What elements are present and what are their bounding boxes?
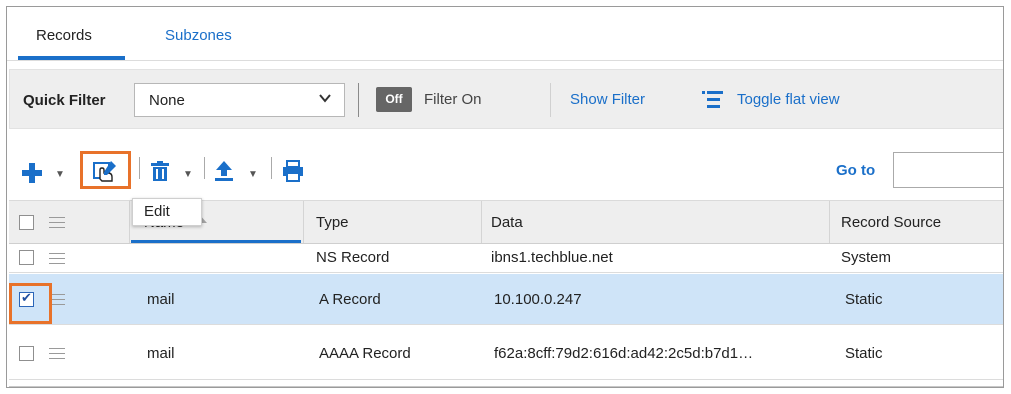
- cell-data: 10.100.0.247: [494, 291, 582, 308]
- toggle-flat-view-link[interactable]: Toggle flat view: [737, 91, 840, 108]
- cell-type: AAAA Record: [319, 345, 411, 362]
- drag-handle-icon[interactable]: [49, 348, 65, 360]
- quick-filter-label: Quick Filter: [23, 92, 106, 109]
- sorted-column-indicator: [131, 240, 301, 243]
- horizontal-scrollbar[interactable]: [9, 386, 1003, 387]
- cell-record-source: Static: [845, 345, 883, 362]
- drag-handle-icon[interactable]: [49, 253, 65, 265]
- table-row[interactable]: NS Record ibns1.techblue.net System: [9, 245, 1003, 273]
- row-checkbox[interactable]: [19, 346, 34, 361]
- cell-name: mail: [147, 291, 175, 308]
- filter-on-label: Filter On: [424, 91, 482, 108]
- column-header-type[interactable]: Type: [316, 214, 349, 231]
- column-divider: [829, 201, 830, 243]
- records-panel: Records Subzones Quick Filter None Off F…: [6, 6, 1004, 388]
- select-all-checkbox[interactable]: [19, 215, 34, 230]
- upload-icon[interactable]: [214, 160, 234, 186]
- goto-label: Go to: [836, 162, 876, 179]
- cell-data: f62a:8cff:79d2:616d:ad42:2c5d:b7d1…: [494, 345, 754, 362]
- add-dropdown-caret[interactable]: ▼: [55, 169, 65, 180]
- cell-record-source: System: [841, 249, 892, 266]
- active-tab-indicator: [18, 56, 125, 60]
- list-view-icon[interactable]: [702, 89, 724, 109]
- column-divider: [481, 201, 482, 243]
- upload-dropdown-caret[interactable]: ▼: [248, 169, 258, 180]
- table-row[interactable]: mail AAAA Record f62a:8cff:79d2:616d:ad4…: [9, 326, 1003, 380]
- chevron-down-icon: [318, 91, 332, 109]
- cell-type: NS Record: [316, 249, 390, 266]
- tab-subzones[interactable]: Subzones: [165, 27, 232, 44]
- edit-tooltip: Edit: [132, 198, 202, 226]
- cell-data: ibns1.techblue.net: [491, 249, 613, 266]
- column-header-record-source[interactable]: Record Source: [841, 214, 941, 231]
- checkbox-highlight: [9, 283, 52, 324]
- divider: [550, 83, 551, 117]
- column-divider: [129, 201, 130, 243]
- cell-name: mail: [147, 345, 175, 362]
- tab-records[interactable]: Records: [36, 27, 92, 44]
- divider: [358, 83, 359, 117]
- print-icon[interactable]: [282, 160, 304, 186]
- quick-filter-select[interactable]: None: [134, 83, 345, 117]
- table-row-selected[interactable]: mail A Record 10.100.0.247 Static: [9, 274, 1003, 325]
- toolbar-divider: [139, 157, 140, 179]
- quick-filter-value: None: [149, 92, 185, 109]
- filter-toggle-switch[interactable]: Off: [376, 87, 412, 112]
- column-header-data[interactable]: Data: [491, 214, 523, 231]
- plus-icon[interactable]: [21, 162, 43, 188]
- cell-type: A Record: [319, 291, 381, 308]
- column-divider: [303, 201, 304, 243]
- delete-dropdown-caret[interactable]: ▼: [183, 169, 193, 180]
- row-checkbox[interactable]: [19, 250, 34, 265]
- tab-bar: Records Subzones: [7, 7, 1003, 61]
- toolbar-divider: [271, 157, 272, 179]
- goto-input[interactable]: [893, 152, 1003, 188]
- trash-icon[interactable]: [151, 161, 169, 185]
- show-filter-link[interactable]: Show Filter: [570, 91, 645, 108]
- toolbar-divider: [204, 157, 205, 179]
- cell-record-source: Static: [845, 291, 883, 308]
- drag-handle-icon: [49, 217, 65, 229]
- filter-bar: Quick Filter None Off Filter On Show Fil…: [9, 69, 1003, 129]
- edit-icon[interactable]: [93, 159, 119, 187]
